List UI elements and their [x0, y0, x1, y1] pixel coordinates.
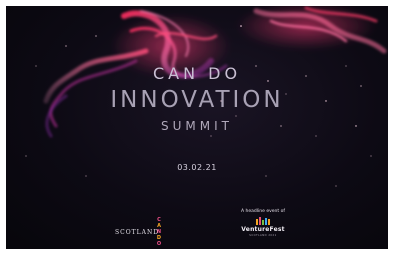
- can-do-stack: C A N D O: [156, 217, 162, 247]
- title-can-do: CAN DO: [152, 64, 242, 83]
- title-innovation: INNOVATION: [110, 87, 284, 113]
- title-summit: SUMMIT: [161, 119, 233, 133]
- scotland-logo-text: SCOTLAND: [115, 229, 159, 236]
- venturefest-logo: A headline event of VentureFest SCOTLAND…: [232, 209, 294, 245]
- venturefest-name: VentureFest: [241, 226, 285, 233]
- venturefest-headline: A headline event of: [241, 209, 285, 214]
- event-date: 03.02.21: [177, 163, 217, 172]
- can-do-letter: O: [156, 241, 162, 247]
- scotland-can-do-logo: SCOTLAND C A N D O: [115, 217, 175, 247]
- slide-frame: CAN DO INNOVATION SUMMIT 03.02.21 SCOTLA…: [6, 6, 388, 249]
- venturefest-bars-icon: [255, 217, 271, 225]
- venturefest-sub: SCOTLAND 2021: [249, 234, 277, 237]
